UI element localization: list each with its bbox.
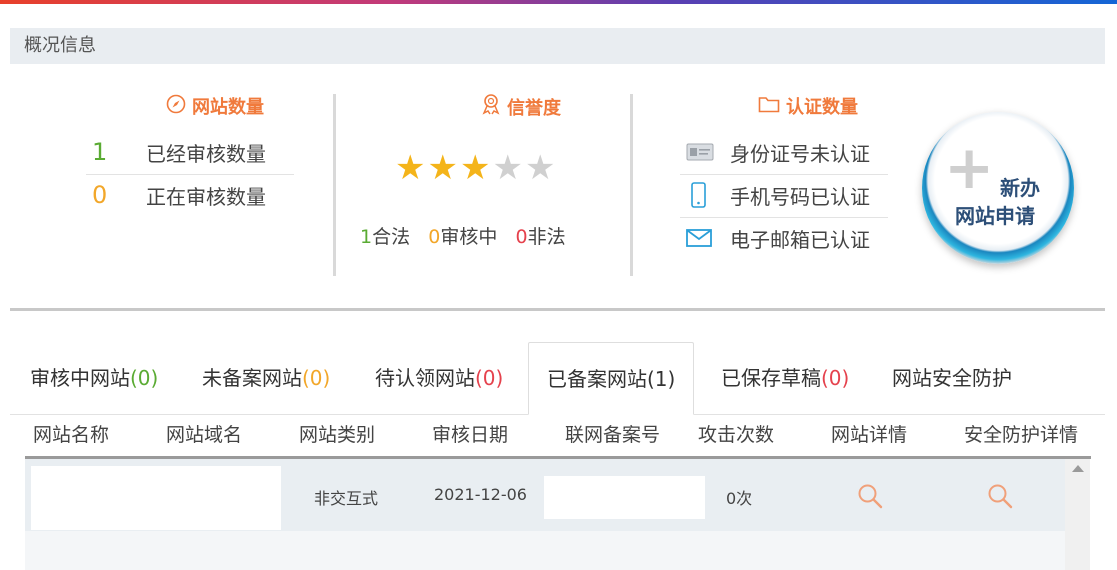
- envelope-icon: [680, 228, 730, 248]
- tab-label: 网站安全防护: [892, 366, 1012, 390]
- column-header: 网站详情: [831, 424, 908, 446]
- attack-count-value: 0次: [726, 489, 753, 508]
- panel-divider: [333, 94, 336, 276]
- star-icon: ★: [524, 148, 556, 188]
- review-date-value: 2021-12-06: [434, 485, 527, 504]
- table-header: 网站名称 网站域名 网站类别 审核日期 联网备案号 攻击次数 网站详情 安全防护…: [10, 415, 1105, 455]
- site-count-title: 网站数量: [166, 93, 264, 119]
- site-tabs: 审核中网站(0) 未备案网站(0) 待认领网站(0) 已备案网站(1) 已保存草…: [10, 342, 1105, 415]
- reviewing-count: 0: [92, 181, 108, 209]
- pending-count: 0: [428, 226, 441, 248]
- site-name-cell: [31, 466, 281, 530]
- reputation-title-text: 信誉度: [507, 97, 561, 119]
- table-row: 非交互式 2021-12-06 0次: [25, 459, 1065, 531]
- column-header: 网站名称: [33, 424, 110, 446]
- tab-to-claim[interactable]: 待认领网站(0): [357, 342, 521, 414]
- site-detail-search-icon[interactable]: [857, 483, 883, 513]
- tab-unregistered[interactable]: 未备案网站(0): [184, 342, 348, 414]
- approved-count: 1: [92, 138, 108, 166]
- pending-label: 审核中: [440, 226, 498, 248]
- tab-security-protection[interactable]: 网站安全防护: [874, 342, 1030, 414]
- column-header: 审核日期: [432, 424, 509, 446]
- id-cert-label: 身份证号未认证: [730, 141, 870, 166]
- tab-label: 待认领网站: [375, 366, 475, 390]
- tab-registered[interactable]: 已备案网站(1): [528, 342, 695, 415]
- site-category-value: 非交互式: [314, 489, 379, 508]
- new-application-line1: 新办: [1000, 176, 1040, 200]
- new-application-button[interactable]: + 新办 网站申请: [922, 112, 1074, 264]
- column-header: 网站类别: [299, 424, 376, 446]
- star-icon: ★: [395, 148, 426, 188]
- rating-stars: ★ ★ ★ ★ ★: [395, 150, 555, 186]
- id-card-icon: [680, 142, 730, 162]
- column-header: 攻击次数: [698, 424, 775, 446]
- phone-cert-label: 手机号码已认证: [730, 184, 870, 209]
- compass-icon: [166, 94, 186, 119]
- tab-count: (0): [302, 366, 331, 390]
- email-cert-label: 电子邮箱已认证: [730, 227, 870, 252]
- top-gradient-bar: [0, 0, 1117, 4]
- mobile-phone-icon: [680, 182, 730, 208]
- tab-count: (0): [130, 366, 159, 390]
- certification-title: 认证数量: [758, 93, 858, 119]
- approved-label: 已经审核数量: [146, 141, 266, 166]
- reputation-title: 信誉度: [481, 93, 561, 120]
- tab-count: (1): [647, 367, 676, 391]
- certification-title-text: 认证数量: [786, 97, 858, 118]
- reputation-summary: 1合法 0审核中 0非法: [360, 222, 566, 249]
- column-header: 安全防护详情: [964, 424, 1079, 446]
- table-body: 非交互式 2021-12-06 0次: [25, 459, 1065, 570]
- security-detail-search-icon[interactable]: [987, 483, 1013, 513]
- new-application-line2: 网站申请: [955, 204, 1035, 228]
- stat-row-reviewing: 0 正在审核数量: [86, 174, 294, 216]
- site-count-title-text: 网站数量: [192, 97, 264, 118]
- tab-count: (0): [475, 366, 504, 390]
- star-icon: ★: [492, 148, 523, 188]
- section-divider: [10, 308, 1105, 311]
- award-ribbon-icon: [481, 93, 501, 120]
- overview-header: 概况信息: [10, 28, 1105, 64]
- stat-row-approved: 1 已经审核数量: [86, 131, 294, 173]
- record-number-cell: [544, 476, 705, 519]
- cert-row-email: 电子邮箱已认证: [680, 217, 888, 259]
- reviewing-label: 正在审核数量: [146, 184, 266, 209]
- illegal-label: 非法: [527, 226, 566, 248]
- vertical-scrollbar[interactable]: [1065, 459, 1090, 570]
- folder-icon: [758, 95, 780, 118]
- tab-label: 未备案网站: [202, 366, 302, 390]
- overview-title: 概况信息: [24, 35, 96, 56]
- star-icon: ★: [459, 148, 491, 188]
- star-icon: ★: [427, 148, 458, 188]
- illegal-count: 0: [515, 226, 528, 248]
- plus-icon: +: [944, 133, 995, 203]
- scroll-up-arrow-icon[interactable]: [1072, 465, 1084, 472]
- cert-row-phone: 手机号码已认证: [680, 174, 888, 216]
- column-header: 网站域名: [166, 424, 243, 446]
- panel-divider: [630, 94, 633, 276]
- tab-drafts[interactable]: 已保存草稿(0): [703, 342, 867, 414]
- legal-count: 1: [360, 226, 373, 248]
- tab-count: (0): [821, 366, 850, 390]
- tab-label: 已保存草稿: [721, 366, 821, 390]
- cert-row-id: 身份证号未认证: [680, 131, 888, 173]
- tab-label: 已备案网站: [547, 367, 647, 391]
- tab-reviewing[interactable]: 审核中网站(0): [12, 342, 176, 414]
- column-header: 联网备案号: [565, 424, 661, 446]
- tab-label: 审核中网站: [30, 366, 130, 390]
- legal-label: 合法: [372, 226, 411, 248]
